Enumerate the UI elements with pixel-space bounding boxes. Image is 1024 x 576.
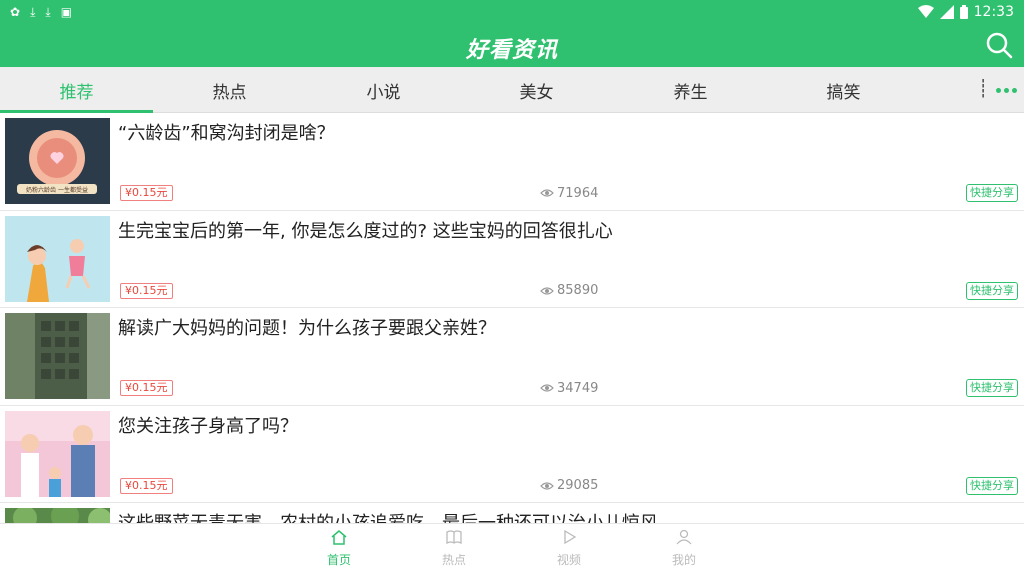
article-thumbnail: 奶粉六龄齿 一生都受益 xyxy=(5,118,110,204)
eye-icon xyxy=(540,286,554,295)
tab-funny[interactable]: 搞笑 xyxy=(767,67,920,113)
quick-share-button[interactable]: 快捷分享 xyxy=(966,379,1018,397)
app-title: 好看资讯 xyxy=(465,38,558,63)
article-item[interactable]: 您关注孩子身高了吗？ ¥0.15元 29085 快捷分享 xyxy=(0,405,1024,503)
reward-badge: ¥0.15元 xyxy=(120,477,173,494)
battery-icon xyxy=(959,5,968,19)
article-title[interactable]: 解读广大妈妈的问题！为什么孩子要跟父亲姓？ xyxy=(118,314,496,340)
tab-beauty[interactable]: 美女 xyxy=(460,67,613,113)
article-thumbnail xyxy=(5,508,110,523)
settings-notification-icon: ✿ xyxy=(10,5,21,19)
bottom-navigation: 首页 热点 视频 我的 xyxy=(0,523,1024,576)
article-title[interactable]: 这些野菜无毒无害，农村的小孩追爱吃，最后一种还可以治小儿惊风 xyxy=(118,509,658,523)
article-thumbnail xyxy=(5,313,110,399)
article-feed[interactable]: 奶粉六龄齿 一生都受益 “六龄齿”和窝沟封闭是啥？ ¥0.15元 71964 快… xyxy=(0,113,1024,523)
app-notification-icon: ▣ xyxy=(60,5,73,19)
nav-mine-label: 我的 xyxy=(671,553,696,567)
user-icon xyxy=(676,529,692,545)
quick-share-button[interactable]: 快捷分享 xyxy=(966,184,1018,202)
tab-overflow-partial[interactable]: ┊ xyxy=(978,79,988,101)
reward-badge: ¥0.15元 xyxy=(120,185,173,201)
view-count: 29085 xyxy=(557,478,599,493)
tab-hot[interactable]: 热点 xyxy=(153,67,306,113)
nav-video[interactable]: 视频 xyxy=(539,529,599,573)
home-icon xyxy=(331,530,347,545)
tab-novel[interactable]: 小说 xyxy=(307,67,460,113)
article-thumbnail xyxy=(5,215,110,302)
view-count: 71964 xyxy=(557,185,599,201)
nav-mine[interactable]: 我的 xyxy=(654,529,714,573)
view-count: 34749 xyxy=(557,380,599,396)
quick-share-button[interactable]: 快捷分享 xyxy=(966,476,1018,495)
article-title[interactable]: 生完宝宝后的第一年, 你是怎么度过的? 这些宝妈的回答很扎心 xyxy=(118,217,613,243)
reward-badge: ¥0.15元 xyxy=(120,380,173,396)
tab-recommended[interactable]: 推荐 xyxy=(0,67,153,113)
article-thumbnail xyxy=(5,410,110,497)
book-icon xyxy=(446,530,462,545)
search-icon[interactable] xyxy=(984,30,1014,60)
view-count: 85890 xyxy=(557,283,599,298)
article-title[interactable]: 您关注孩子身高了吗？ xyxy=(118,412,298,438)
eye-icon xyxy=(540,189,554,197)
category-tabs: 推荐 热点 小说 美女 养生 搞笑 ┊ xyxy=(0,67,1024,113)
reward-badge: ¥0.15元 xyxy=(120,282,173,299)
article-item[interactable]: 这些野菜无毒无害，农村的小孩追爱吃，最后一种还可以治小儿惊风 xyxy=(0,503,1024,523)
notification-icons: ✿ ⤓ ⤓ ▣ xyxy=(0,6,72,18)
nav-home[interactable]: 首页 xyxy=(309,529,369,573)
download-notification-icon: ⤓ xyxy=(30,5,36,19)
article-item[interactable]: 生完宝宝后的第一年, 你是怎么度过的? 这些宝妈的回答很扎心 ¥0.15元 85… xyxy=(0,210,1024,308)
thumbnail-caption: 奶粉六龄齿 一生都受益 xyxy=(26,186,88,194)
tab-health[interactable]: 养生 xyxy=(614,67,767,113)
article-item[interactable]: 解读广大妈妈的问题！为什么孩子要跟父亲姓？ ¥0.15元 34749 快捷分享 xyxy=(0,308,1024,406)
quick-share-button[interactable]: 快捷分享 xyxy=(966,281,1018,300)
clock: 12:33 xyxy=(973,4,1014,20)
play-icon xyxy=(564,529,577,545)
download-notification-icon: ⤓ xyxy=(45,5,51,19)
nav-hot[interactable]: 热点 xyxy=(424,529,484,573)
nav-video-label: 视频 xyxy=(556,553,581,567)
signal-icon xyxy=(939,5,954,19)
article-title[interactable]: “六龄齿”和窝沟封闭是啥？ xyxy=(118,119,335,145)
eye-icon xyxy=(540,384,554,392)
status-bar: ✿ ⤓ ⤓ ▣ 12:33 xyxy=(0,0,1024,24)
app-header: 好看资讯 xyxy=(0,24,1024,67)
nav-hot-label: 热点 xyxy=(441,553,466,567)
more-categories-button[interactable] xyxy=(992,79,1020,101)
article-item[interactable]: 奶粉六龄齿 一生都受益 “六龄齿”和窝沟封闭是啥？ ¥0.15元 71964 快… xyxy=(0,113,1024,211)
eye-icon xyxy=(540,481,554,490)
wifi-icon xyxy=(917,5,934,18)
nav-home-label: 首页 xyxy=(326,553,351,567)
